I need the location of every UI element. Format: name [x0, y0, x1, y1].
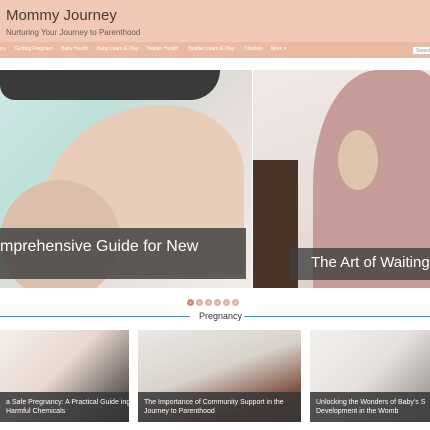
slider-dot[interactable]: 3 [205, 299, 212, 306]
article-title[interactable]: a Safe Pregnancy: A Practical Guide ing … [6, 398, 129, 416]
slider-dot[interactable]: 2 [196, 299, 203, 306]
nav-item-baby-learn-play[interactable]: Baby Learn & Play [97, 46, 138, 52]
nav-item-toddler-health[interactable]: Toddler Health [146, 46, 178, 52]
slider-dot[interactable]: 4 [214, 299, 221, 306]
article-card[interactable]: Unlocking the Wonders of Baby's S Develo… [310, 330, 430, 422]
slide-caption-1-text[interactable]: mprehensive Guide for New [0, 238, 198, 256]
nav-item-pregnancy[interactable]: ncy [0, 46, 6, 52]
site-header: Mommy Journey Nurturing Your Journey to … [0, 0, 430, 42]
slider-dot[interactable]: 5 [223, 299, 230, 306]
main-navigation: ncy Getting Pregnant Baby Health Baby Le… [0, 42, 430, 58]
nav-item-getting-pregnant[interactable]: Getting Pregnant [15, 46, 53, 52]
section-title: Pregnancy [199, 311, 243, 321]
slider-dot[interactable]: 1 [187, 299, 194, 306]
slide-caption-1[interactable]: mprehensive Guide for New [0, 228, 246, 279]
article-card[interactable]: The Importance of Community Support in t… [138, 330, 301, 422]
nav-item-toddler-learn-play[interactable]: Toddler Learn & Play [188, 46, 234, 52]
slide-photo-face [338, 130, 378, 190]
slide-caption-2[interactable]: The Art of Waiting [290, 248, 430, 280]
nav-item-baby-health[interactable]: Baby Health [61, 46, 88, 52]
article-caption: a Safe Pregnancy: A Practical Guide ing … [0, 392, 129, 422]
slider-pagination: 123456 [187, 291, 241, 306]
nav-item-more[interactable]: More ▾ [271, 46, 286, 52]
slide-caption-2-text[interactable]: The Art of Waiting [311, 254, 430, 271]
site-tagline: Nurturing Your Journey to Parenthood [6, 28, 141, 37]
article-title[interactable]: Unlocking the Wonders of Baby's S Develo… [316, 398, 430, 416]
article-caption: Unlocking the Wonders of Baby's S Develo… [310, 392, 430, 422]
slide-photo-hair [0, 70, 220, 100]
article-title[interactable]: The Importance of Community Support in t… [144, 398, 290, 416]
section-divider-left [0, 316, 190, 317]
site-title[interactable]: Mommy Journey [6, 7, 117, 24]
search-input[interactable]: Search [412, 46, 430, 55]
nav-item-children[interactable]: Children [244, 46, 263, 52]
slider-dot[interactable]: 6 [232, 299, 239, 306]
section-divider-right [244, 316, 430, 317]
article-card[interactable]: a Safe Pregnancy: A Practical Guide ing … [0, 330, 129, 422]
article-caption: The Importance of Community Support in t… [138, 392, 301, 422]
